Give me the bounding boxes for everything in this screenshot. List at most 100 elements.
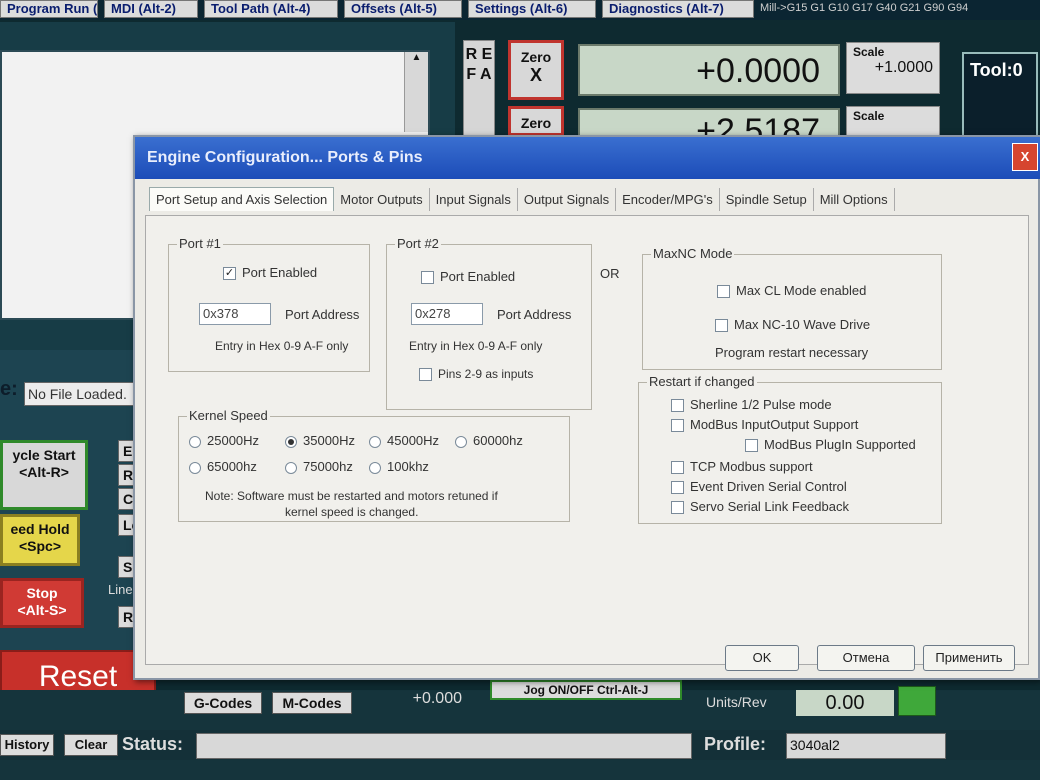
kernel-35000-radio-icon[interactable] [285, 435, 297, 448]
tab-output-signals[interactable]: Output Signals [518, 188, 617, 211]
clear-button[interactable]: Clear [64, 734, 118, 756]
tcp-modbus-check-icon[interactable] [671, 461, 684, 475]
stop-key: <Alt-S> [17, 602, 67, 618]
tab-settings[interactable]: Settings (Alt-6) [468, 0, 596, 18]
port1-enabled-checkbox[interactable]: ✓ Port Enabled [223, 265, 317, 281]
status-label: Status: [122, 734, 184, 754]
tab-encoder-mpg[interactable]: Encoder/MPG's [616, 188, 720, 211]
feed-hold-key: <Spc> [18, 538, 62, 554]
sherline-check-icon[interactable] [671, 399, 684, 413]
apply-button[interactable]: Применить [923, 645, 1015, 671]
feed-hold-button[interactable]: eed Hold <Spc> [0, 514, 80, 566]
modbus-io-check-icon[interactable] [671, 419, 684, 433]
gcodes-button[interactable]: G-Codes [184, 692, 262, 714]
sherline-checkbox[interactable]: Sherline 1/2 Pulse mode [671, 397, 832, 413]
kernel-45000-radio-icon[interactable] [369, 435, 381, 448]
scroll-up-icon[interactable]: ▲ [405, 52, 428, 63]
gcode-scrollbar[interactable]: ▲ [404, 52, 428, 132]
zero-y-button[interactable]: Zero [508, 106, 564, 136]
kernel-radio-35000[interactable]: 35000Hz [285, 433, 355, 448]
max-cl-checkbox[interactable]: Max CL Mode enabled [717, 283, 866, 299]
ok-button[interactable]: OK [725, 645, 799, 671]
kernel-radio-65000[interactable]: 65000hz [189, 459, 257, 474]
max-cl-check-icon[interactable] [717, 285, 730, 299]
tab-tool-path[interactable]: Tool Path (Alt-4) [204, 0, 338, 18]
kernel-25000-radio-icon[interactable] [189, 435, 201, 448]
kernel-75000-radio-icon[interactable] [285, 461, 297, 474]
port2-hex-hint: Entry in Hex 0-9 A-F only [409, 339, 543, 353]
modbus-plugin-check-icon[interactable] [745, 439, 758, 453]
max-nc10-check-icon[interactable] [715, 319, 728, 333]
port2-enabled-checkbox[interactable]: Port Enabled [421, 269, 516, 285]
kernel-radio-100k[interactable]: 100khz [369, 459, 429, 474]
restart-title: Restart if changed [647, 374, 757, 389]
tab-program-run[interactable]: Program Run (Alt-1) [0, 0, 98, 18]
kernel-100k-radio-icon[interactable] [369, 461, 381, 474]
tab-motor-outputs[interactable]: Motor Outputs [334, 188, 430, 211]
maxnc-group: MaxNC Mode Max CL Mode enabled Max NC-10… [642, 246, 942, 370]
pins-as-inputs-checkbox[interactable]: Pins 2-9 as inputs [419, 367, 534, 382]
kernel-radio-60000[interactable]: 60000hz [455, 433, 523, 448]
scale-y[interactable]: Scale [846, 106, 940, 136]
active-gcodes-line: Mill->G15 G1 G10 G17 G40 G21 G90 G94 [760, 2, 969, 14]
port2-enabled-check-icon[interactable] [421, 271, 434, 285]
kernel-speed-title: Kernel Speed [187, 408, 270, 423]
or-label: OR [600, 266, 620, 281]
event-serial-checkbox[interactable]: Event Driven Serial Control [671, 479, 847, 495]
servo-serial-check-icon[interactable] [671, 501, 684, 515]
pins-as-inputs-label: Pins 2-9 as inputs [438, 367, 534, 381]
kernel-45000-label: 45000Hz [387, 433, 440, 448]
port2-address-input[interactable]: 0x278 [411, 303, 483, 325]
kernel-60000-radio-icon[interactable] [455, 435, 467, 448]
maxnc-restart-note: Program restart necessary [715, 345, 869, 360]
dialog-tabs: Port Setup and Axis Selection Motor Outpu… [149, 187, 1039, 215]
cycle-start-button[interactable]: ycle Start <Alt-R> [0, 440, 88, 510]
kernel-75000-label: 75000hz [303, 459, 353, 474]
tab-spindle-setup[interactable]: Spindle Setup [720, 188, 814, 211]
profile-value: 3040al2 [786, 733, 946, 759]
port2-group: Port #2 Port Enabled 0x278 Port Address … [386, 236, 592, 410]
port1-group: Port #1 ✓ Port Enabled 0x378 Port Address… [168, 236, 370, 372]
close-icon[interactable]: X [1012, 143, 1038, 171]
spindle-led [898, 686, 936, 716]
dro-y[interactable]: +2.5187 [578, 108, 840, 138]
port1-address-input[interactable]: 0x378 [199, 303, 271, 325]
kernel-speed-group: Kernel Speed 25000Hz 35000Hz 45000Hz 600… [178, 408, 570, 522]
port1-enabled-check-icon[interactable]: ✓ [223, 267, 236, 281]
kernel-radio-45000[interactable]: 45000Hz [369, 433, 439, 448]
tcp-modbus-label: TCP Modbus support [690, 459, 813, 474]
kernel-radio-25000[interactable]: 25000Hz [189, 433, 259, 448]
port2-enabled-label: Port Enabled [440, 269, 516, 284]
tab-mill-options[interactable]: Mill Options [814, 188, 895, 211]
feed-hold-label: eed Hold [10, 521, 70, 537]
zero-x-button[interactable]: Zero X [508, 40, 564, 100]
cancel-button[interactable]: Отмена [817, 645, 915, 671]
kernel-65000-radio-icon[interactable] [189, 461, 201, 474]
port1-title: Port #1 [177, 236, 223, 251]
scale-x-value: +1.0000 [874, 59, 933, 76]
tab-input-signals[interactable]: Input Signals [430, 188, 518, 211]
kernel-100k-label: 100khz [387, 459, 429, 474]
ref-all-button[interactable]: R E F A [463, 40, 495, 140]
tab-mdi[interactable]: MDI (Alt-2) [104, 0, 198, 18]
pins-as-inputs-check-icon[interactable] [419, 368, 432, 382]
event-serial-label: Event Driven Serial Control [690, 479, 847, 494]
scale-x[interactable]: Scale +1.0000 [846, 42, 940, 94]
history-button[interactable]: History [0, 734, 54, 756]
event-serial-check-icon[interactable] [671, 481, 684, 495]
scale-x-label: Scale [853, 45, 885, 59]
dro-x[interactable]: +0.0000 [578, 44, 840, 96]
tab-diagnostics[interactable]: Diagnostics (Alt-7) [602, 0, 754, 18]
tab-offsets[interactable]: Offsets (Alt-5) [344, 0, 462, 18]
modbus-io-checkbox[interactable]: ModBus InputOutput Support [671, 417, 858, 433]
stop-button[interactable]: Stop <Alt-S> [0, 578, 84, 628]
kernel-radio-75000[interactable]: 75000hz [285, 459, 353, 474]
modbus-plugin-checkbox[interactable]: ModBus PlugIn Supported [745, 437, 916, 453]
servo-serial-checkbox[interactable]: Servo Serial Link Feedback [671, 499, 849, 515]
max-nc10-checkbox[interactable]: Max NC-10 Wave Drive [715, 317, 870, 333]
mcodes-button[interactable]: M-Codes [272, 692, 352, 714]
tab-port-setup[interactable]: Port Setup and Axis Selection [149, 187, 335, 211]
jog-toggle-button[interactable]: Jog ON/OFF Ctrl-Alt-J [490, 680, 682, 700]
tool-display: Tool:0 [962, 52, 1038, 140]
tcp-modbus-checkbox[interactable]: TCP Modbus support [671, 459, 813, 475]
